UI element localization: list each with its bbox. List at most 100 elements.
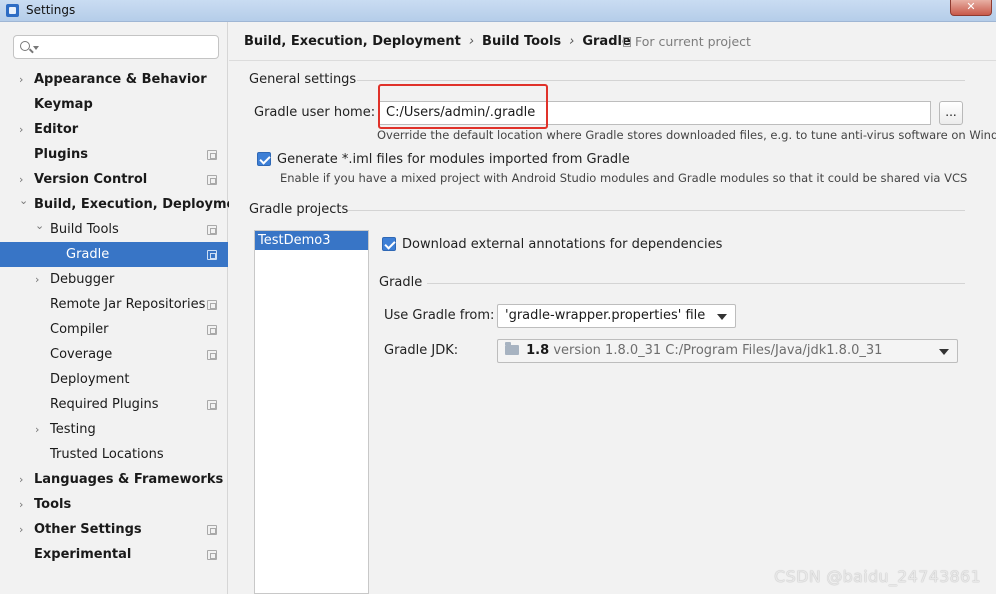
sidebar-item-label: Debugger [50, 272, 115, 287]
project-scope-icon [207, 550, 217, 560]
sidebar-item-build-tools[interactable]: ⌄ Build Tools [0, 217, 228, 242]
sidebar-item-label: Version Control [34, 172, 148, 187]
project-scope-icon [207, 300, 217, 310]
sidebar-item-label: Tools [34, 497, 72, 512]
use-gradle-from-value: 'gradle-wrapper.properties' file [505, 308, 706, 323]
breadcrumb-item[interactable]: Build, Execution, Deployment [244, 34, 461, 49]
breadcrumb-item[interactable]: Build Tools [482, 34, 561, 49]
breadcrumb: Build, Execution, Deployment › Build Tools… [244, 34, 631, 52]
sidebar-item-label: Deployment [50, 372, 130, 387]
sidebar-item-keymap[interactable]: Keymap [0, 92, 228, 117]
section-divider [348, 210, 965, 211]
chevron-down-icon[interactable] [33, 46, 39, 50]
sidebar-item-label: Trusted Locations [50, 447, 164, 462]
scope-note-text: For current project [635, 34, 751, 49]
sidebar-item-remote-jar-repositories[interactable]: Remote Jar Repositories [0, 292, 228, 317]
sidebar-item-debugger[interactable]: › Debugger [0, 267, 228, 292]
sidebar-item-other-settings[interactable]: › Other Settings [0, 517, 228, 542]
dropdown-arrow-icon [717, 314, 727, 320]
sidebar-item-label: Editor [34, 122, 79, 137]
sidebar-item-required-plugins[interactable]: Required Plugins [0, 392, 228, 417]
sidebar-item-label: Testing [50, 422, 96, 437]
project-scope-icon [207, 175, 217, 185]
sidebar-item-plugins[interactable]: Plugins [0, 142, 228, 167]
sidebar-item-trusted-locations[interactable]: Trusted Locations [0, 442, 228, 467]
settings-sidebar: › Appearance & Behavior Keymap › Editor Plugi… [0, 22, 251, 594]
project-scope-icon [207, 150, 217, 160]
section-divider [427, 283, 965, 284]
chevron-right-icon[interactable]: › [19, 67, 29, 92]
sidebar-item-label: Coverage [50, 347, 113, 362]
generate-iml-label[interactable]: Generate *.iml files for modules importe… [277, 152, 630, 167]
gradle-jdk-detail: version 1.8.0_31 C:/Program Files/Java/j… [553, 343, 883, 358]
sidebar-item-appearance-behavior[interactable]: › Appearance & Behavior [0, 67, 228, 92]
header-divider [229, 60, 996, 61]
gradle-jdk-select[interactable]: 1.8 version 1.8.0_31 C:/Program Files/Ja… [497, 339, 958, 363]
sidebar-item-label: Keymap [34, 97, 93, 112]
dropdown-arrow-icon [939, 349, 949, 355]
chevron-down-icon[interactable]: ⌄ [35, 213, 45, 238]
chevron-right-icon[interactable]: › [35, 417, 45, 442]
sidebar-item-editor[interactable]: › Editor [0, 117, 228, 142]
project-scope-icon [623, 37, 631, 47]
sidebar-item-version-control[interactable]: › Version Control [0, 167, 228, 192]
sidebar-item-testing[interactable]: › Testing [0, 417, 228, 442]
project-scope-icon [207, 325, 217, 335]
app-icon [6, 4, 19, 17]
breadcrumb-separator: › [569, 34, 575, 49]
jdk-folder-icon [505, 342, 519, 355]
use-gradle-from-select[interactable]: 'gradle-wrapper.properties' file [497, 304, 736, 328]
gradle-home-label: Gradle user home: [254, 105, 376, 120]
window-title: Settings [26, 3, 76, 17]
chevron-right-icon[interactable]: › [19, 117, 29, 142]
sidebar-item-label: Experimental [34, 547, 132, 562]
section-divider [357, 80, 965, 81]
gradle-jdk-label: Gradle JDK: [384, 343, 459, 358]
sidebar-item-label: Required Plugins [50, 397, 159, 412]
project-scope-icon [207, 400, 217, 410]
generate-iml-hint: Enable if you have a mixed project with … [280, 171, 968, 185]
project-scope-icon [207, 225, 217, 235]
main-panel: Build, Execution, Deployment › Build Tools… [229, 22, 996, 594]
browse-button[interactable]: ... [939, 101, 963, 125]
sidebar-item-compiler[interactable]: Compiler [0, 317, 228, 342]
search-icon [20, 41, 30, 51]
sidebar-item-coverage[interactable]: Coverage [0, 342, 228, 367]
chevron-right-icon[interactable]: › [19, 517, 29, 542]
watermark: CSDN @baidu_24743861 [774, 567, 981, 586]
sidebar-item-label: Appearance & Behavior [34, 72, 207, 87]
breadcrumb-separator: › [468, 34, 475, 49]
title-bar: Settings ✕ [0, 0, 996, 22]
window-close-button[interactable]: ✕ [950, 0, 992, 16]
sidebar-item-gradle[interactable]: Gradle [0, 242, 228, 267]
download-annotations-label[interactable]: Download external annotations for depend… [402, 237, 722, 252]
project-scope-icon [207, 350, 217, 360]
project-list-item[interactable]: TestDemo3 [255, 231, 368, 250]
gradle-project-list: TestDemo3 [254, 230, 369, 594]
download-annotations-checkbox[interactable] [382, 237, 396, 251]
sidebar-item-label: Gradle [66, 247, 110, 262]
sidebar-item-deployment[interactable]: Deployment [0, 367, 228, 392]
generate-iml-checkbox[interactable] [257, 152, 271, 166]
general-settings-title: General settings [249, 72, 357, 87]
chevron-right-icon[interactable]: › [35, 267, 45, 292]
sidebar-item-label: Remote Jar Repositories [50, 297, 206, 312]
sidebar-item-label: Other Settings [34, 522, 142, 537]
sidebar-item-languages-frameworks[interactable]: › Languages & Frameworks [0, 467, 228, 492]
project-scope-icon [207, 250, 217, 260]
chevron-right-icon[interactable]: › [19, 492, 29, 517]
chevron-right-icon[interactable]: › [19, 467, 29, 492]
chevron-down-icon[interactable]: ⌄ [19, 188, 29, 213]
use-gradle-from-label: Use Gradle from: [384, 308, 495, 323]
search-field[interactable] [13, 35, 219, 59]
gradle-group-title: Gradle [379, 275, 423, 290]
settings-tree: › Appearance & Behavior Keymap › Editor Plugi… [0, 67, 251, 567]
sidebar-item-label: Plugins [34, 147, 88, 162]
gradle-home-hint: Override the default location where Grad… [377, 128, 996, 142]
gradle-projects-title: Gradle projects [249, 202, 349, 217]
sidebar-item-experimental[interactable]: Experimental [0, 542, 228, 567]
scope-note: For current project [623, 34, 751, 49]
gradle-jdk-version: 1.8 [526, 343, 550, 358]
sidebar-item-tools[interactable]: › Tools [0, 492, 228, 517]
sidebar-item-label: Build Tools [50, 222, 119, 237]
